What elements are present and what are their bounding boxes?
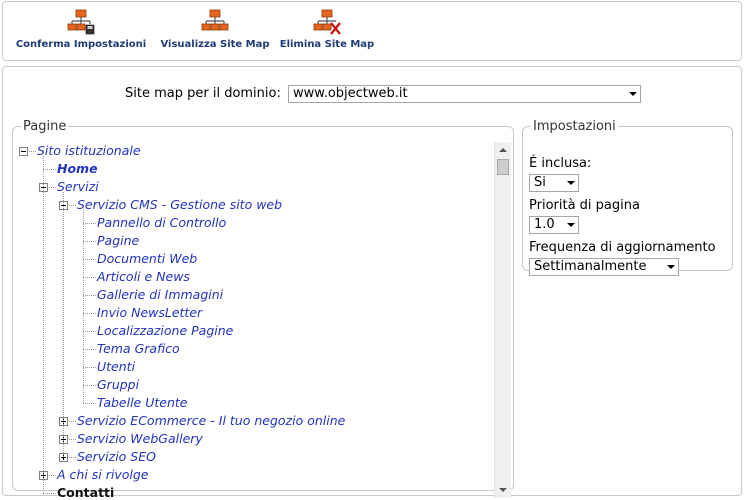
tree-connector [83,403,96,404]
chevron-down-icon [629,92,637,96]
included-select[interactable]: Si [529,174,579,192]
tree-connector [43,169,56,170]
confirm-settings-button[interactable]: Conferma Impostazioni [11,2,151,60]
tree-connector [43,493,56,494]
tree-connector [63,192,64,457]
arrow-up-icon [499,148,507,152]
main-panel: Site map per il dominio: www.objectweb.i… [2,66,742,500]
priority-select[interactable]: 1.0 [529,216,579,234]
frequency-select-value: Settimanalmente [534,259,647,274]
tree-item[interactable]: A chi si rivolge [57,466,148,484]
tree-item[interactable]: Articoli e News [97,268,190,286]
tree-item[interactable]: Home [57,160,98,178]
tree-scrollbar[interactable] [494,142,511,498]
tree-connector [83,367,96,368]
delete-sitemap-button[interactable]: Elimina Site Map [277,2,377,60]
tree-item[interactable]: Localizzazione Pagine [97,322,233,340]
tree-item[interactable]: Servizio CMS - Gestione sito web [77,196,282,214]
delete-sitemap-label: Elimina Site Map [279,39,375,50]
chevron-down-icon [667,265,675,269]
collapse-icon[interactable] [19,147,28,156]
scroll-thumb[interactable] [497,159,509,175]
tree-item[interactable]: Tema Grafico [97,340,180,358]
tree-item[interactable]: Documenti Web [97,250,197,268]
domain-select-value: www.objectweb.it [293,86,408,101]
sitemap-delete-icon [313,9,341,35]
included-select-value: Si [534,175,546,190]
frequency-select[interactable]: Settimanalmente [529,258,679,276]
tree-connector [83,295,96,296]
tree-item[interactable]: Contatti [57,484,114,500]
pages-fieldset: Pagine Sito istituzionale Home Servizi Serv… [12,119,514,500]
tree-item[interactable]: Gallerie di Immagini [97,286,223,304]
chevron-down-icon [567,223,575,227]
tree-connector [83,331,96,332]
tree-connector [83,259,96,260]
toolbar: Conferma Impostazioni Visualizza Site Ma… [2,1,742,61]
tree-item[interactable]: Tabelle Utente [97,394,187,412]
settings-fieldset: Impostazioni É inclusa: Si Priorità di p… [522,119,733,276]
tree-item[interactable]: Invio NewsLetter [97,304,202,322]
tree-item[interactable]: Servizio SEO [77,448,156,466]
tree-connector [43,156,44,493]
view-sitemap-label: Visualizza Site Map [160,39,270,50]
priority-label: Priorità di pagina [529,198,640,213]
included-label: É inclusa: [529,156,592,171]
scroll-up-button[interactable] [495,142,511,158]
confirm-settings-label: Conferma Impostazioni [15,39,147,50]
scroll-down-button[interactable] [495,482,511,498]
tree-connector [83,223,96,224]
settings-legend: Impostazioni [533,119,616,134]
chevron-down-icon [567,181,575,185]
tree-connector [83,241,96,242]
sitemap-save-icon [67,9,95,35]
tree-item[interactable]: Gruppi [97,376,139,394]
tree-item[interactable]: Pagine [97,232,139,250]
sitemap-icon [201,9,229,31]
pages-tree: Sito istituzionale Home Servizi Servizio CM… [13,142,495,500]
tree-connector [83,210,84,403]
frequency-label: Frequenza di aggiornamento [529,240,716,255]
tree-item[interactable]: Servizio WebGallery [77,430,203,448]
view-sitemap-button[interactable]: Visualizza Site Map [157,2,273,60]
tree-item[interactable]: Pannello di Controllo [97,214,226,232]
tree-item[interactable]: Utenti [97,358,135,376]
tree-item[interactable]: Servizio ECommerce - Il tuo negozio onli… [77,412,345,430]
tree-connector [83,349,96,350]
pages-legend: Pagine [23,119,67,134]
tree-connector [83,277,96,278]
priority-select-value: 1.0 [534,217,555,232]
tree-connector [83,385,96,386]
arrow-down-icon [499,488,507,492]
domain-label: Site map per il dominio: [125,86,281,101]
domain-select[interactable]: www.objectweb.it [288,85,641,103]
tree-connector [83,313,96,314]
tree-item[interactable]: Sito istituzionale [37,142,141,160]
